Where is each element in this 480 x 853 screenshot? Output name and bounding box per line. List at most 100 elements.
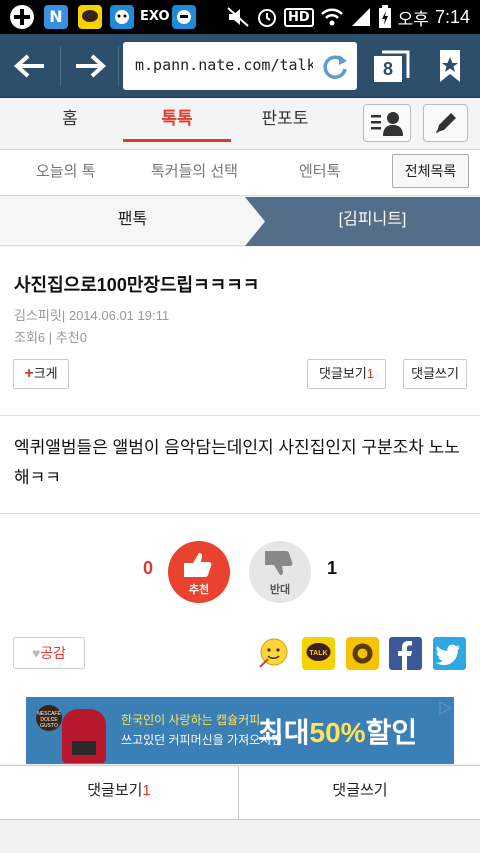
- ad-headline-suffix: 할인: [365, 717, 418, 748]
- bottom-view-comments-button[interactable]: 댓글보기1: [0, 766, 239, 819]
- recommend-label: 추천: [55, 330, 80, 345]
- ad-headline: 최대50%할인: [258, 711, 417, 751]
- n-app-icon: N: [44, 5, 68, 29]
- app-icon: [110, 5, 134, 29]
- post-author[interactable]: 김스피릿: [14, 308, 62, 323]
- arrow-right-icon: [76, 54, 106, 78]
- exo-icon: EXO: [140, 9, 170, 24]
- tab-count: 8: [374, 56, 402, 82]
- bottom-action-bar: 댓글보기1 댓글쓰기: [0, 765, 480, 820]
- forward-button[interactable]: [70, 48, 110, 84]
- recommend-count: 0: [79, 330, 87, 345]
- tab-toktok[interactable]: 톡톡: [123, 98, 231, 150]
- address-bar[interactable]: m.pann.nate.com/talk/: [123, 42, 357, 90]
- wifi-icon: [320, 8, 343, 26]
- back-button[interactable]: [10, 48, 50, 84]
- bottom-write-comment-button[interactable]: 댓글쓰기: [240, 766, 480, 819]
- upvote-label: 추천: [188, 584, 210, 596]
- thumbs-up-icon: [184, 553, 212, 577]
- kakaostory-share-icon[interactable]: [346, 637, 379, 670]
- comments-count: 1: [366, 366, 375, 381]
- ampm: 오후: [397, 9, 429, 29]
- mute-icon: [227, 7, 249, 27]
- status-right: HD 오후 7:14: [226, 0, 470, 34]
- downvote-count: 1: [327, 558, 338, 578]
- battery-icon: [378, 5, 391, 28]
- view-comments-label: 댓글보기: [318, 366, 367, 381]
- adchoices-icon[interactable]: [438, 701, 452, 715]
- kakaotalk-icon: [78, 5, 102, 29]
- meta-separator: |: [61, 308, 69, 323]
- ad-line1: 한국인이 사랑하는 캡슐커피: [121, 713, 261, 727]
- user-list-icon: [371, 112, 403, 136]
- post-date: 2014.06.01 19:11: [68, 308, 170, 323]
- ad-headline-highlight: 50%: [309, 717, 366, 748]
- downvote-label: 반대: [269, 584, 291, 596]
- post-title: 사진집으로100만장드립ㅋㅋㅋㅋ: [14, 275, 260, 295]
- upvote-count: 0: [143, 558, 154, 578]
- downvote-button[interactable]: 반대: [249, 541, 311, 603]
- pencil-icon: [435, 113, 456, 133]
- tab-panphoto[interactable]: 판포토: [245, 98, 325, 150]
- post: 사진집으로100만장드립ㅋㅋㅋㅋ 김스피릿| 2014.06.01 19:11 …: [0, 247, 480, 697]
- divider: [60, 46, 61, 86]
- url-text[interactable]: m.pann.nate.com/talk/: [135, 56, 313, 74]
- meta-separator: |: [45, 330, 56, 345]
- write-comment-button[interactable]: 댓글쓰기: [403, 359, 467, 389]
- arrow-left-icon: [14, 54, 44, 78]
- divider: [0, 415, 480, 416]
- reload-button[interactable]: [319, 51, 349, 85]
- add-icon: [10, 5, 34, 29]
- clock: 7:14: [434, 6, 470, 27]
- alarm-icon: [258, 9, 276, 27]
- write-comment-label: 댓글쓰기: [411, 366, 459, 381]
- all-list-button[interactable]: 전체목록: [392, 154, 469, 188]
- kakaotalk-share-icon[interactable]: TALK: [302, 637, 335, 670]
- enlarge-label: 크게: [33, 366, 58, 381]
- status-bar: N EXO HD 오후 7:14: [0, 0, 480, 34]
- post-body: 엑퀴앨범들은 앨범이 음악담는데인지 사진집인지 구분조차 노노해ㅋㅋ: [14, 438, 460, 487]
- upvote-button[interactable]: 추천: [168, 541, 230, 603]
- divider: [0, 513, 480, 514]
- bookmark-button[interactable]: [430, 46, 470, 86]
- category-bar: 팬톡 [김피니트]: [0, 197, 480, 246]
- divider: [118, 46, 119, 86]
- tab-entertainment-talk[interactable]: 엔터톡: [299, 160, 340, 181]
- post-meta-author: 김스피릿| 2014.06.01 19:11: [14, 305, 169, 324]
- write-post-button[interactable]: [423, 104, 468, 142]
- thumbs-down-icon: [265, 551, 293, 575]
- site-nav: 홈 톡톡 판포토: [0, 98, 480, 150]
- bottom-comments-count: 1: [142, 782, 151, 799]
- empathy-label: 공감: [40, 645, 67, 661]
- sub-nav: 오늘의 톡 톡커들의 선택 엔터톡 전체목록: [0, 150, 480, 196]
- signal-icon: [351, 8, 370, 26]
- ad-banner[interactable]: NESCAFÉ DOLCE GUSTO 한국인이 사랑하는 캡슐커피 쓰고있던 …: [0, 697, 480, 764]
- views-label: 조회: [14, 330, 38, 345]
- tab-home[interactable]: 홈: [30, 98, 110, 150]
- tab-today-talk[interactable]: 오늘의 톡: [36, 160, 95, 181]
- reload-icon: [323, 55, 347, 79]
- tab-talkers-choice[interactable]: 톡커들의 선택: [151, 160, 238, 181]
- ad-content[interactable]: NESCAFÉ DOLCE GUSTO 한국인이 사랑하는 캡슐커피 쓰고있던 …: [26, 697, 454, 764]
- browser-toolbar: m.pann.nate.com/talk/ 8: [0, 34, 480, 98]
- category-fantalk[interactable]: 팬톡: [0, 197, 265, 246]
- bottom-write-comment-label: 댓글쓰기: [332, 782, 388, 799]
- coffee-machine-image: NESCAFÉ DOLCE GUSTO: [32, 701, 112, 764]
- app-icon-2: [172, 5, 196, 29]
- svg-text:TALK: TALK: [309, 650, 327, 657]
- my-profile-button[interactable]: [363, 104, 411, 142]
- ad-brand: NESCAFÉ DOLCE GUSTO: [37, 711, 61, 729]
- hd-icon: HD: [284, 7, 314, 27]
- category-board[interactable]: [김피니트]: [265, 197, 480, 246]
- emoticon-icon[interactable]: [257, 637, 290, 670]
- tabs-button[interactable]: 8: [372, 46, 412, 86]
- facebook-share-icon[interactable]: [389, 637, 422, 670]
- bookmark-star-icon: [440, 50, 460, 82]
- view-comments-button[interactable]: 댓글보기1: [307, 359, 386, 389]
- bottom-view-comments-label: 댓글보기: [87, 782, 143, 799]
- empathy-button[interactable]: ♥공감: [13, 637, 85, 669]
- ad-headline-prefix: 최대: [258, 717, 310, 748]
- twitter-share-icon[interactable]: [433, 637, 466, 670]
- enlarge-text-button[interactable]: +크게: [13, 359, 69, 389]
- post-meta-stats: 조회6 | 추천0: [14, 327, 87, 346]
